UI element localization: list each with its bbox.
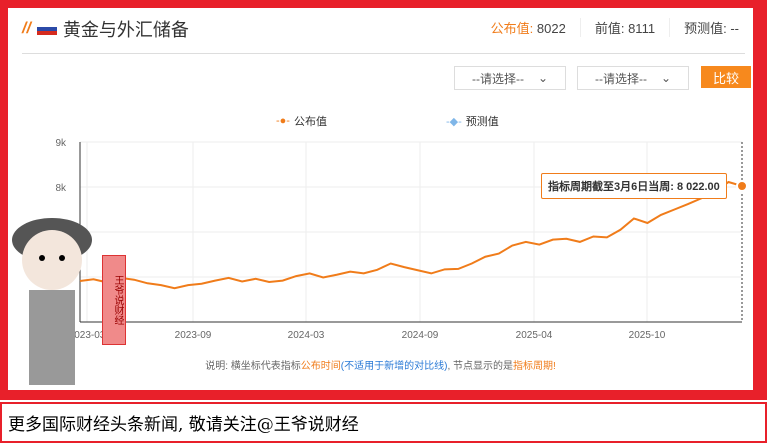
x-tick-label: 2024-03 bbox=[288, 330, 325, 341]
y-tick-label: 9k bbox=[55, 138, 67, 149]
x-tick-label: 2023-09 bbox=[175, 330, 212, 341]
tooltip: 指标周期截至3月6日当周: 8 022.00 bbox=[541, 173, 727, 199]
note-text: , 节点显示的是 bbox=[447, 361, 513, 372]
note-text: (不适用于新增的对比线) bbox=[340, 361, 448, 372]
note-text: 公布时间 bbox=[300, 361, 341, 372]
data-point-highlight bbox=[736, 180, 748, 193]
note-text: ! bbox=[553, 361, 556, 372]
footer-banner: 更多国际财经头条新闻, 敬请关注@王爷说财经 bbox=[0, 402, 767, 443]
y-tick-label: 8k bbox=[55, 183, 67, 194]
x-tick-label: 2025-10 bbox=[629, 330, 666, 341]
note-text: 指标周期 bbox=[513, 361, 553, 372]
x-tick-label: 2024-09 bbox=[402, 330, 439, 341]
note-text: 说明: 横坐标代表指标 bbox=[205, 361, 301, 372]
mascot-watermark bbox=[12, 218, 92, 385]
chart-note: 说明: 横坐标代表指标公布时间(不适用于新增的对比线), 节点显示的是指标周期! bbox=[8, 357, 753, 372]
x-tick-label: 2025-04 bbox=[516, 330, 553, 341]
watermark-banner: 王爷说财经 bbox=[102, 255, 126, 345]
